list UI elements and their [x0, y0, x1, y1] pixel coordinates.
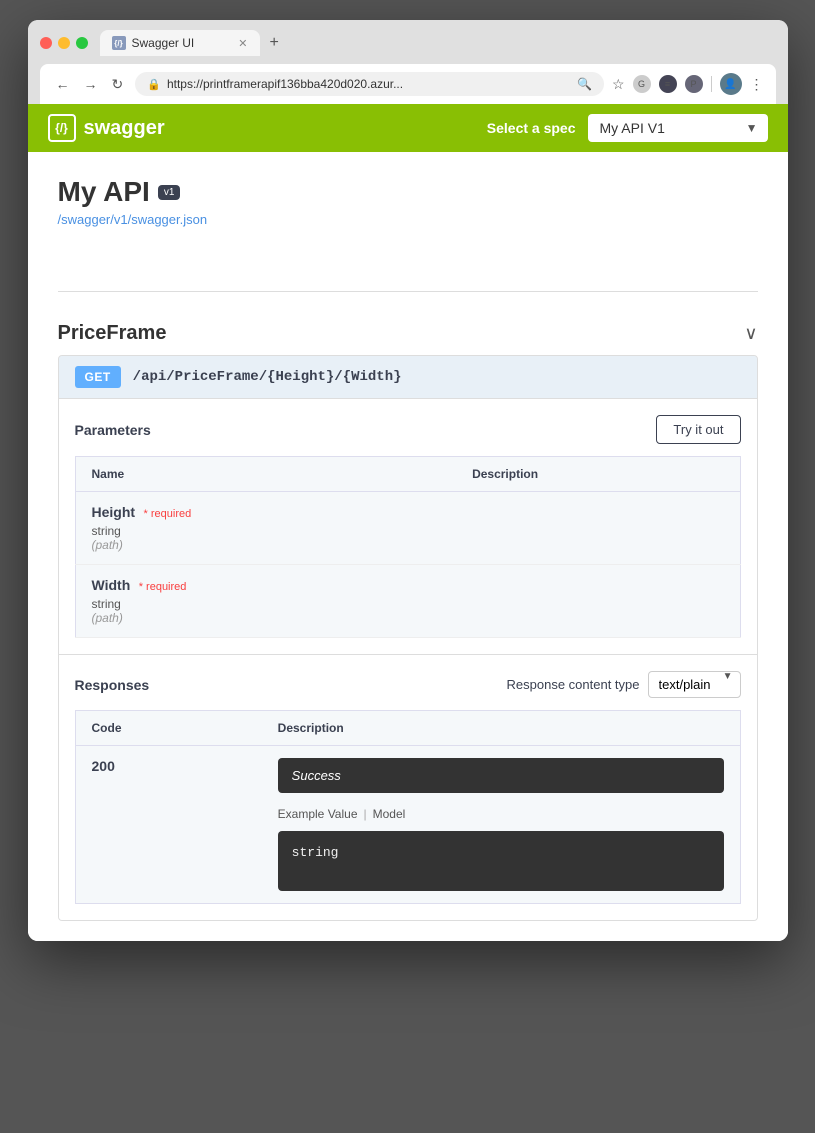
response-code-200: 200 — [92, 758, 115, 774]
params-header: Parameters Try it out — [75, 415, 741, 444]
example-value-text: string — [292, 845, 339, 860]
spec-dropdown-wrapper: My API V1 ▼ — [588, 114, 768, 142]
api-version-badge: v1 — [158, 185, 181, 200]
url-text: https://printframerapif136bba420d020.azu… — [167, 77, 571, 91]
address-actions: ☆ G ≡ P 👤 ⋮ — [612, 73, 764, 95]
browser-controls: {/} Swagger UI ✕ + — [40, 30, 776, 56]
page-content: {/} swagger Select a spec My API V1 ▼ My… — [28, 104, 788, 941]
swagger-header: {/} swagger Select a spec My API V1 ▼ — [28, 104, 788, 152]
active-tab[interactable]: {/} Swagger UI ✕ — [100, 30, 260, 56]
response-description-text: Success — [292, 768, 341, 783]
swagger-logo-text: swagger — [84, 117, 165, 140]
example-code-block: string — [278, 831, 724, 891]
priceframe-header[interactable]: PriceFrame ∨ — [58, 312, 758, 355]
forward-button[interactable]: → — [80, 72, 102, 96]
params-section: Parameters Try it out Name Description — [59, 399, 757, 654]
tab-close-button[interactable]: ✕ — [238, 37, 247, 50]
example-value-tabs: Example Value | Model — [278, 805, 724, 823]
code-col-header: Code — [75, 711, 262, 746]
extension-icon-1[interactable]: G — [633, 75, 651, 93]
response-row-200: 200 Success Example Value | M — [75, 746, 740, 904]
responses-section: Responses Response content type text/pla… — [59, 654, 757, 920]
maximize-window-button[interactable] — [76, 37, 88, 49]
tab-separator: | — [364, 807, 367, 821]
swagger-logo-icon: {/} — [48, 114, 76, 142]
lock-icon: 🔒 — [147, 78, 161, 91]
table-row: Height * required string (path) — [75, 492, 740, 565]
content-type-select[interactable]: text/plain — [648, 671, 741, 698]
param-width-name: Width — [92, 577, 131, 593]
params-table: Name Description Height * required strin… — [75, 456, 741, 638]
responses-title: Responses — [75, 677, 150, 693]
search-icon: 🔍 — [577, 77, 592, 91]
bookmark-icon[interactable]: ☆ — [612, 76, 625, 93]
param-height-required: * required — [144, 508, 192, 520]
api-info: My API v1 /swagger/v1/swagger.json — [28, 152, 788, 251]
table-row: Width * required string (path) — [75, 565, 740, 638]
browser-tabs: {/} Swagger UI ✕ + — [100, 30, 776, 56]
nav-buttons: ← → ↻ — [52, 72, 128, 97]
extension-icon-3[interactable]: P — [685, 75, 703, 93]
param-width-required: * required — [139, 581, 187, 593]
params-col-name: Name — [75, 457, 456, 492]
response-description-block: Success — [278, 758, 724, 793]
refresh-button[interactable]: ↻ — [108, 72, 128, 97]
spec-selector: Select a spec My API V1 ▼ — [487, 114, 768, 142]
menu-button[interactable]: ⋮ — [750, 76, 764, 93]
spacer — [28, 251, 788, 291]
content-type-label: Response content type — [507, 677, 640, 692]
param-height-location: (path) — [92, 538, 441, 552]
param-height-type: string — [92, 524, 441, 538]
endpoint-path: /api/PriceFrame/{Height}/{Width} — [133, 369, 402, 385]
back-button[interactable]: ← — [52, 72, 74, 96]
extension-icon-2[interactable]: ≡ — [659, 75, 677, 93]
method-badge: GET — [75, 366, 121, 388]
tab-label: Swagger UI — [132, 36, 195, 50]
param-height-name: Height — [92, 504, 136, 520]
browser-titlebar: {/} Swagger UI ✕ + ← → ↻ 🔒 https://print… — [28, 20, 788, 104]
content-type-wrapper: Response content type text/plain ▼ — [507, 671, 741, 698]
swagger-logo: {/} swagger — [48, 114, 165, 142]
model-tab[interactable]: Model — [373, 805, 406, 823]
api-spec-link[interactable]: /swagger/v1/swagger.json — [58, 212, 758, 227]
params-col-description: Description — [456, 457, 740, 492]
browser-window: {/} Swagger UI ✕ + ← → ↻ 🔒 https://print… — [28, 20, 788, 941]
traffic-lights — [40, 37, 88, 49]
endpoint-header[interactable]: GET /api/PriceFrame/{Height}/{Width} — [59, 356, 757, 399]
try-it-out-button[interactable]: Try it out — [656, 415, 740, 444]
tab-favicon: {/} — [112, 36, 126, 50]
url-bar[interactable]: 🔒 https://printframerapif136bba420d020.a… — [135, 72, 604, 96]
description-col-header: Description — [262, 711, 740, 746]
close-window-button[interactable] — [40, 37, 52, 49]
browser-addressbar: ← → ↻ 🔒 https://printframerapif136bba420… — [40, 64, 776, 104]
spec-dropdown[interactable]: My API V1 — [588, 114, 768, 142]
new-tab-button[interactable]: + — [262, 30, 287, 56]
collapse-icon[interactable]: ∨ — [744, 323, 757, 344]
responses-table: Code Description 200 — [75, 710, 741, 904]
content-type-select-wrapper: text/plain ▼ — [648, 671, 741, 698]
endpoint-block: GET /api/PriceFrame/{Height}/{Width} Par… — [58, 355, 758, 921]
select-spec-label: Select a spec — [487, 120, 576, 136]
divider — [711, 76, 712, 92]
priceframe-title: PriceFrame — [58, 322, 167, 345]
params-title: Parameters — [75, 422, 151, 438]
responses-header: Responses Response content type text/pla… — [75, 671, 741, 698]
example-value-tab[interactable]: Example Value — [278, 805, 358, 823]
priceframe-section: PriceFrame ∨ GET /api/PriceFrame/{Height… — [28, 292, 788, 941]
param-width-location: (path) — [92, 611, 441, 625]
profile-button[interactable]: 👤 — [720, 73, 742, 95]
param-width-type: string — [92, 597, 441, 611]
api-title: My API v1 — [58, 176, 758, 208]
minimize-window-button[interactable] — [58, 37, 70, 49]
